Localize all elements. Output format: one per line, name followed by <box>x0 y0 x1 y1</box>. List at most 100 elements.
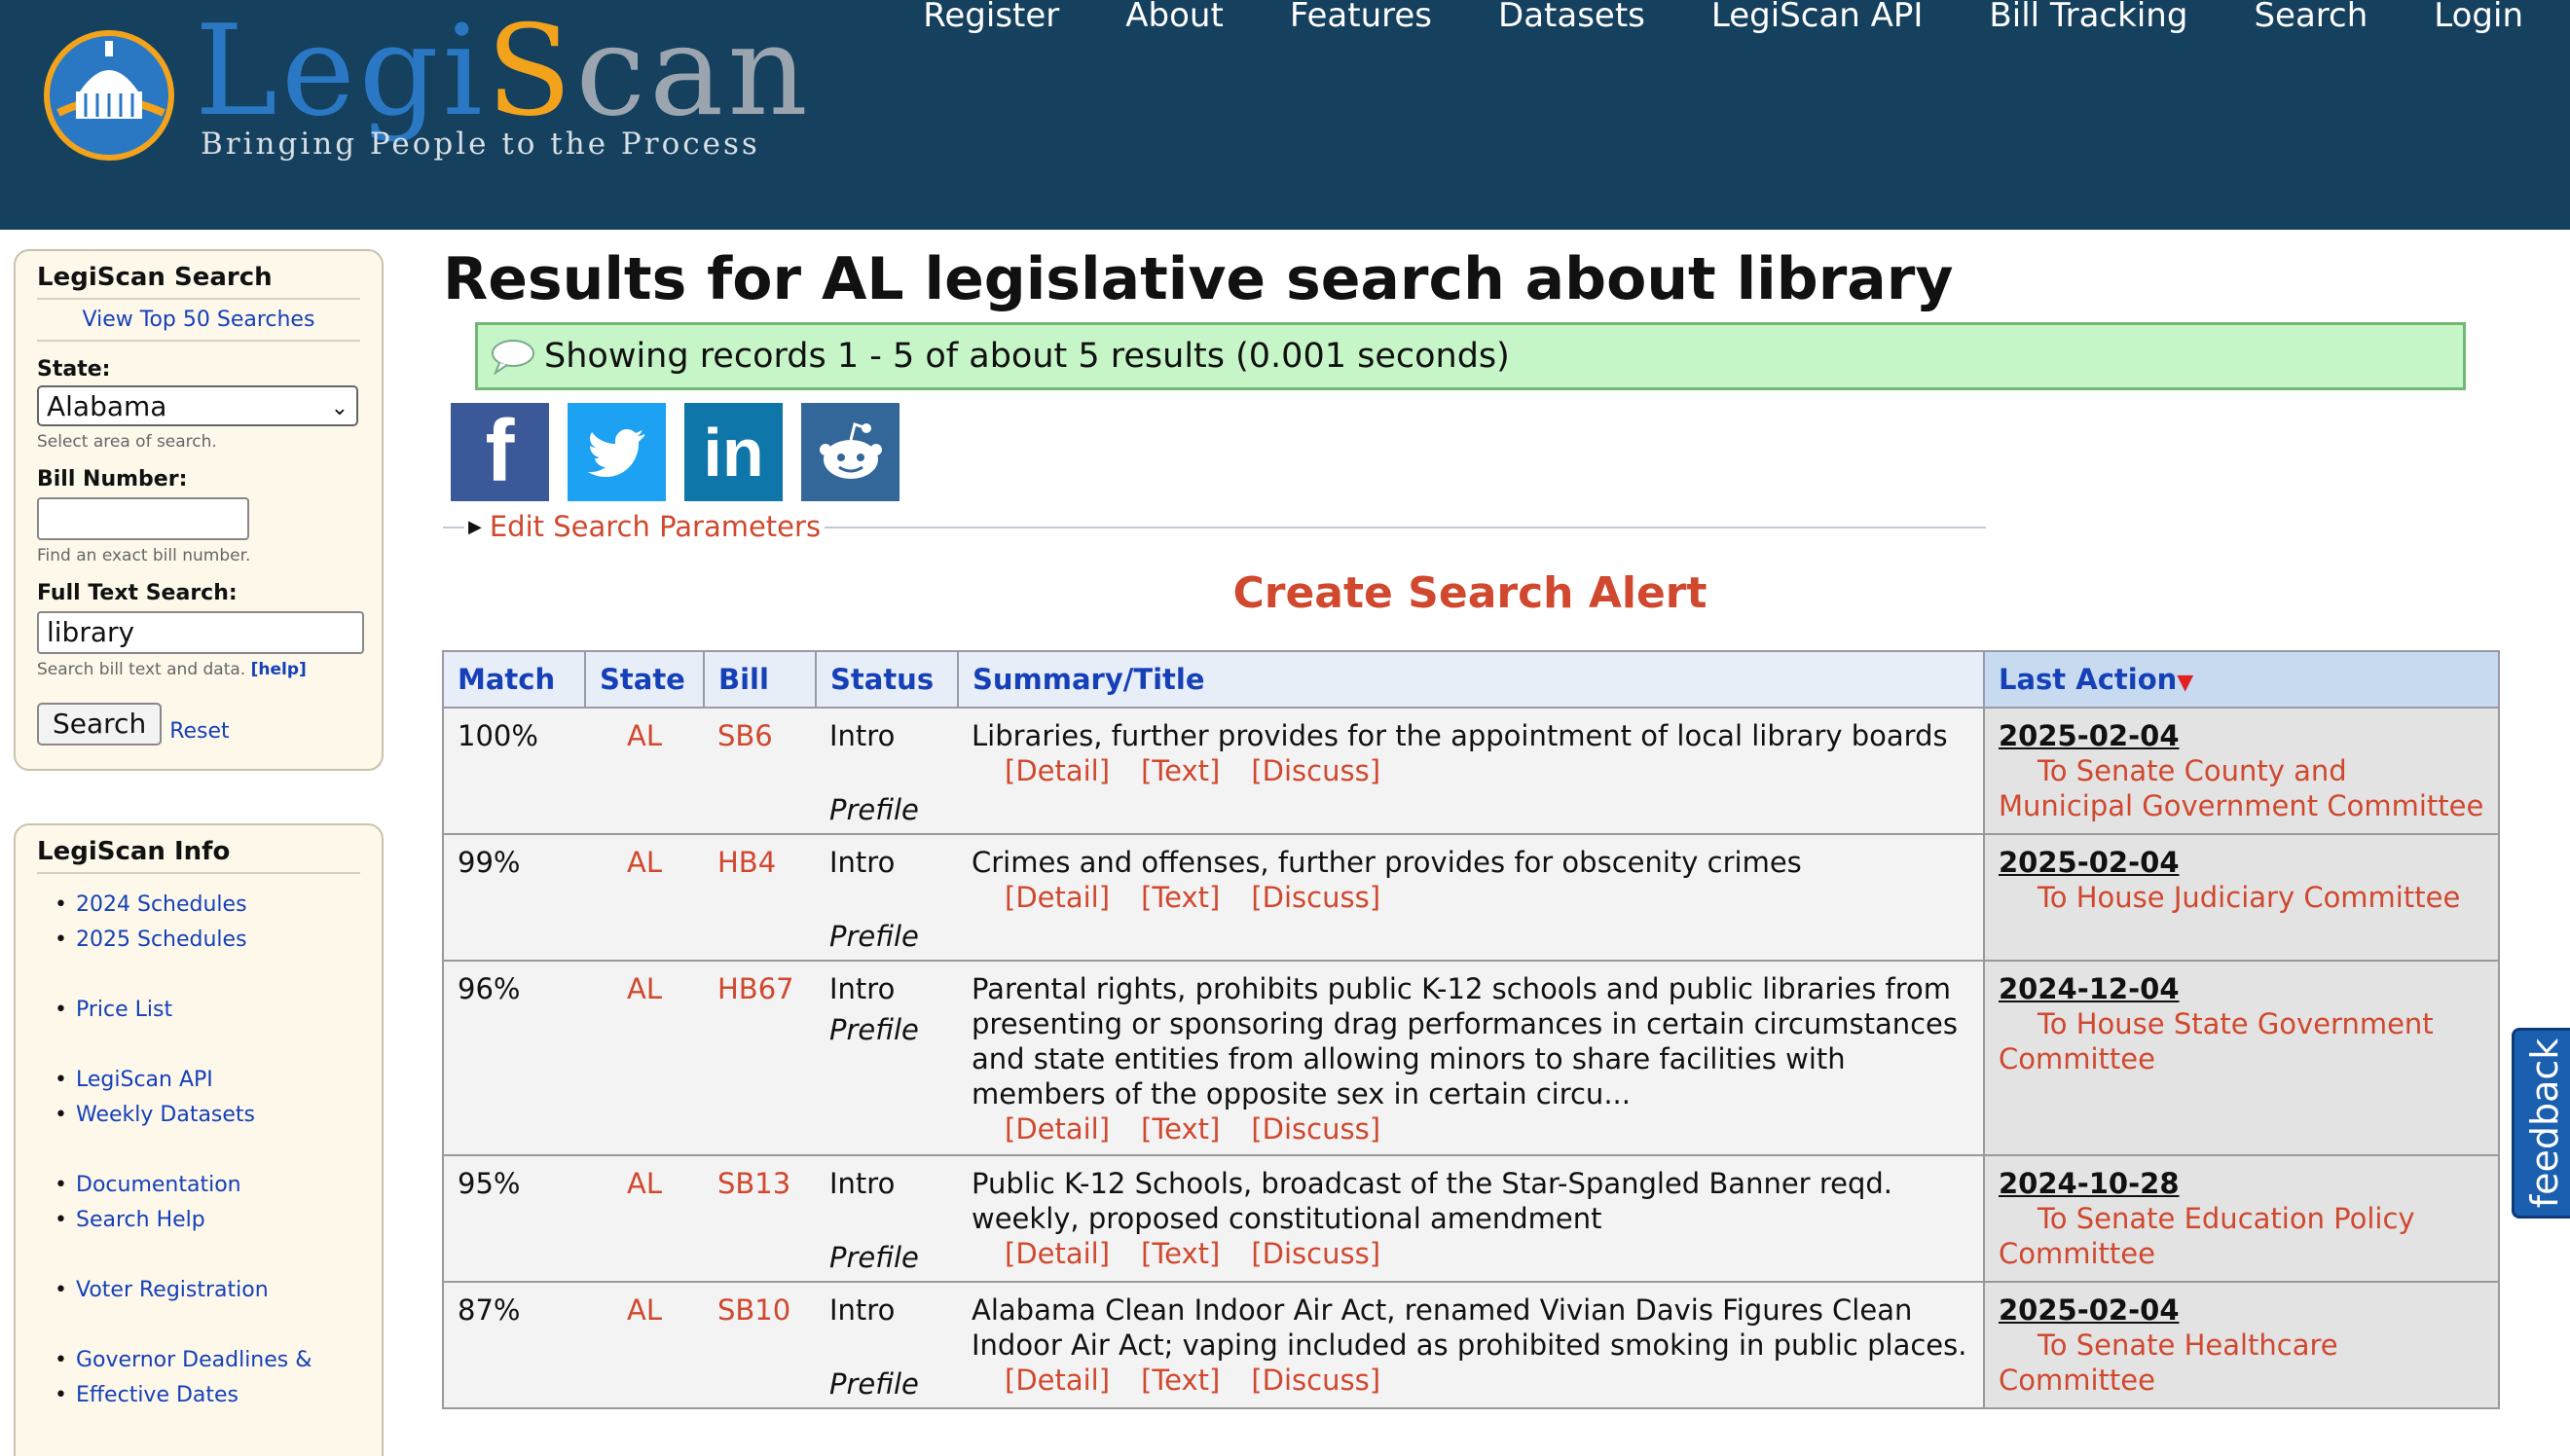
feedback-tab[interactable]: feedback <box>2512 1028 2570 1219</box>
action-text[interactable]: To Senate Education Policy Committee <box>1999 1201 2484 1271</box>
bill-number-input[interactable] <box>37 497 249 540</box>
reset-link[interactable]: Reset <box>169 719 229 746</box>
create-search-alert-link[interactable]: Create Search Alert <box>443 568 2497 618</box>
edit-params-toggle[interactable]: ▶ Edit Search Parameters <box>464 510 826 543</box>
page-title: Results for AL legislative search about … <box>443 245 1954 313</box>
state-select[interactable]: Alabama ⌄ <box>37 385 358 426</box>
state-link[interactable]: AL <box>585 1154 704 1283</box>
text-link[interactable]: [Text] <box>1141 1237 1220 1270</box>
top-searches-link[interactable]: View Top 50 Searches <box>37 308 360 342</box>
col-status[interactable]: Status <box>815 650 959 709</box>
col-match[interactable]: Match <box>442 650 586 709</box>
summary-text: Libraries, further provides for the appo… <box>972 719 1948 752</box>
help-link[interactable]: [help] <box>251 660 307 679</box>
info-link-documentation[interactable]: Documentation <box>37 1168 360 1203</box>
nav-about[interactable]: About <box>1092 0 1257 35</box>
results-status-bar: Showing records 1 - 5 of about 5 results… <box>475 322 2466 390</box>
text-link[interactable]: [Text] <box>1141 1112 1220 1146</box>
summary-cell: Alabama Clean Indoor Air Act, renamed Vi… <box>958 1281 1984 1409</box>
discuss-link[interactable]: [Discuss] <box>1251 1112 1380 1146</box>
linkedin-share-button[interactable]: in <box>684 403 783 501</box>
action-text[interactable]: To House Judiciary Committee <box>1999 880 2484 915</box>
bill-link[interactable]: SB10 <box>704 1281 816 1409</box>
discuss-link[interactable]: [Discuss] <box>1251 1364 1380 1397</box>
fulltext-search-input[interactable]: library <box>37 611 364 654</box>
state-link[interactable]: AL <box>585 1281 704 1409</box>
nav-datasets[interactable]: Datasets <box>1465 0 1678 35</box>
info-link-governor-deadlines[interactable]: Governor Deadlines & <box>37 1343 360 1378</box>
legiscan-logo[interactable]: LegiScan Bringing People to the Process <box>39 10 837 175</box>
detail-link[interactable]: [Detail] <box>1005 1237 1110 1270</box>
facebook-share-button[interactable]: f <box>451 403 549 501</box>
col-bill[interactable]: Bill <box>703 650 817 709</box>
row-links: [Detail] [Text] [Discuss] <box>972 1111 1969 1147</box>
sidebar-info-box: LegiScan Info 2024 Schedules 2025 Schedu… <box>14 823 384 1456</box>
info-link-2025-schedules[interactable]: 2025 Schedules <box>37 923 360 958</box>
nav-bill-tracking[interactable]: Bill Tracking <box>1956 0 2221 35</box>
col-last-action[interactable]: Last Action▼ <box>1983 650 2500 709</box>
action-text[interactable]: To Senate County and Municipal Governmen… <box>1999 753 2484 823</box>
bill-link[interactable]: SB6 <box>704 707 816 835</box>
summary-cell: Public K-12 Schools, broadcast of the St… <box>958 1154 1984 1283</box>
action-text[interactable]: To House State Government Committee <box>1999 1006 2484 1076</box>
info-link-effective-dates[interactable]: Effective Dates <box>37 1378 360 1413</box>
site-header: LegiScan Bringing People to the Process … <box>0 0 2570 230</box>
row-links: [Detail] [Text] [Discuss] <box>972 753 1969 788</box>
nav-search[interactable]: Search <box>2221 0 2401 35</box>
bill-link[interactable]: SB13 <box>704 1154 816 1283</box>
text-link[interactable]: [Text] <box>1141 881 1220 914</box>
bill-number-help: Find an exact bill number. <box>37 546 251 565</box>
last-action-cell: 2025-02-04 To Senate County and Municipal… <box>1983 707 2500 835</box>
text-link[interactable]: [Text] <box>1141 1364 1220 1397</box>
twitter-share-button[interactable] <box>568 403 666 501</box>
action-date-link[interactable]: 2024-12-04 <box>1999 971 2484 1006</box>
discuss-link[interactable]: [Discuss] <box>1251 1237 1380 1270</box>
edit-search-parameters[interactable]: ▶ Edit Search Parameters <box>443 510 1986 543</box>
detail-link[interactable]: [Detail] <box>1005 881 1110 914</box>
bill-link[interactable]: HB67 <box>704 960 816 1156</box>
sidebar-search-title: LegiScan Search <box>37 263 360 300</box>
twitter-bird-icon <box>587 428 644 477</box>
logo-tagline: Bringing People to the Process <box>201 127 760 162</box>
reddit-share-button[interactable] <box>801 403 900 501</box>
text-link[interactable]: [Text] <box>1141 754 1220 787</box>
last-action-cell: 2024-10-28 To Senate Education Policy Com… <box>1983 1154 2500 1283</box>
state-link[interactable]: AL <box>585 833 704 962</box>
logo-wordmark: LegiScan <box>195 0 812 144</box>
action-date-link[interactable]: 2024-10-28 <box>1999 1166 2484 1201</box>
row-links: [Detail] [Text] [Discuss] <box>972 1363 1969 1398</box>
info-link-price-list[interactable]: Price List <box>37 993 360 1028</box>
detail-link[interactable]: [Detail] <box>1005 1364 1110 1397</box>
discuss-link[interactable]: [Discuss] <box>1251 881 1380 914</box>
state-link[interactable]: AL <box>585 707 704 835</box>
nav-features[interactable]: Features <box>1257 0 1465 35</box>
last-action-cell: 2024-12-04 To House State Government Comm… <box>1983 960 2500 1156</box>
search-button[interactable]: Search <box>37 703 163 746</box>
state-select-value: Alabama <box>47 390 167 422</box>
discuss-link[interactable]: [Discuss] <box>1251 754 1380 787</box>
nav-legiscan-api[interactable]: LegiScan API <box>1678 0 1957 35</box>
fulltext-help: Search bill text and data. [help] <box>37 660 307 679</box>
results-header-row: Match State Bill Status Summary/Title La… <box>442 650 2500 709</box>
nav-register[interactable]: Register <box>890 0 1092 35</box>
info-link-search-help[interactable]: Search Help <box>37 1203 360 1238</box>
action-text[interactable]: To Senate Healthcare Committee <box>1999 1328 2484 1398</box>
summary-text: Public K-12 Schools, broadcast of the St… <box>972 1167 1892 1235</box>
col-state[interactable]: State <box>584 650 705 709</box>
nav-login[interactable]: Login <box>2401 0 2556 35</box>
action-date-link[interactable]: 2025-02-04 <box>1999 845 2484 880</box>
speech-bubble-icon <box>492 340 534 375</box>
action-date-link[interactable]: 2025-02-04 <box>1999 718 2484 753</box>
action-date-link[interactable]: 2025-02-04 <box>1999 1292 2484 1328</box>
info-link-legiscan-api[interactable]: LegiScan API <box>37 1063 360 1098</box>
detail-link[interactable]: [Detail] <box>1005 754 1110 787</box>
info-link-weekly-datasets[interactable]: Weekly Datasets <box>37 1098 360 1133</box>
state-link[interactable]: AL <box>585 960 704 1156</box>
detail-link[interactable]: [Detail] <box>1005 1112 1110 1146</box>
info-link-voter-registration[interactable]: Voter Registration <box>37 1273 360 1308</box>
triangle-right-icon: ▶ <box>468 517 482 537</box>
info-link-2024-schedules[interactable]: 2024 Schedules <box>37 888 360 923</box>
bill-link[interactable]: HB4 <box>704 833 816 962</box>
col-summary[interactable]: Summary/Title <box>957 650 1985 709</box>
sort-down-icon: ▼ <box>2177 671 2194 695</box>
